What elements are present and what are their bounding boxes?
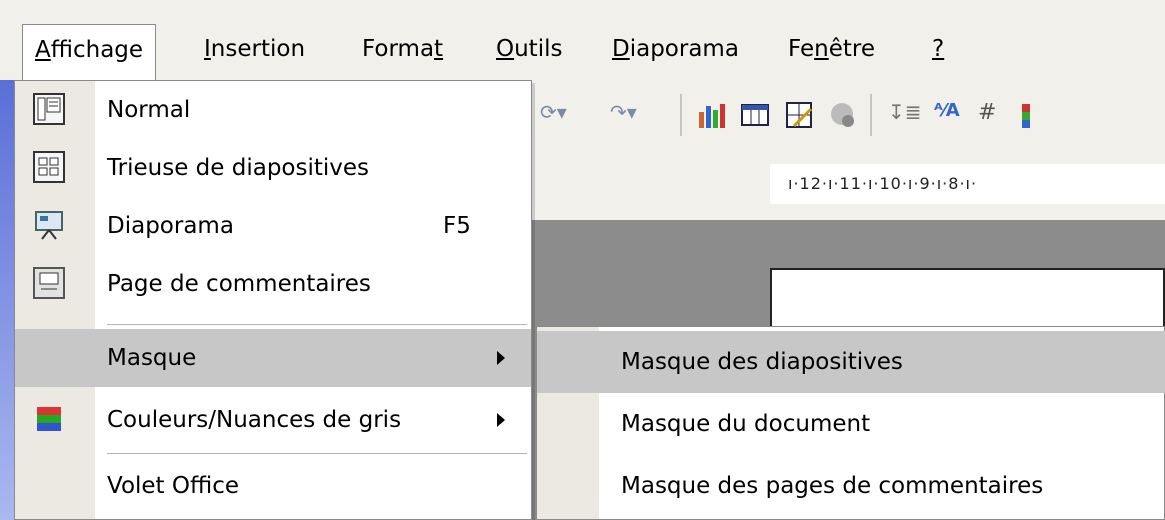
menu-fenetre[interactable]: Fenêtre [776, 24, 887, 76]
slideshow-icon [33, 209, 65, 241]
menu-outils-label: utils [514, 36, 563, 62]
notes-page-icon [33, 267, 65, 299]
menu-help[interactable]: ? [920, 24, 956, 76]
menu-separator [107, 324, 527, 325]
menu-fenetre-label-b: être [828, 36, 875, 62]
menu-insertion-mnemonic: I [204, 36, 211, 62]
menu-affichage-label-mnemonic: A [35, 37, 51, 63]
repeat-icon[interactable]: ↷▾ [610, 100, 640, 130]
menu-diaporama-mnemonic: D [612, 36, 630, 62]
submenu-item-masque-commentaires-label: Masque des pages de commentaires [621, 473, 1044, 499]
color-grayscale-toolbar-icon[interactable] [1020, 100, 1050, 130]
ruler-area: ı·12·ı·11·ı·10·ı·9·ı·8·ı· [520, 150, 1165, 220]
menu-format[interactable]: Format [350, 24, 455, 76]
insert-table-icon[interactable] [740, 100, 770, 130]
menu-item-page-commentaires[interactable]: Page de commentaires [15, 255, 531, 313]
submenu-arrow-icon [497, 351, 505, 365]
menu-fenetre-mnemonic: n [814, 36, 829, 62]
horizontal-ruler: ı·12·ı·11·ı·10·ı·9·ı·8·ı· [770, 164, 1165, 204]
submenu-item-masque-diapositives[interactable]: Masque des diapositives [537, 331, 1165, 393]
menu-item-masque-label: Masque [107, 345, 197, 371]
redo-icon[interactable]: ⟳▾ [540, 100, 570, 130]
menu-item-trieuse[interactable]: Trieuse de diapositives [15, 139, 531, 197]
expand-all-icon[interactable]: ↧≣ [888, 100, 922, 130]
menu-item-diaporama[interactable]: Diaporama F5 [15, 197, 531, 255]
standard-toolbar: ⟳▾ ↷▾ ↧≣ ᴬ⁄A # [520, 80, 1165, 150]
menu-item-volet-office-label: Volet Office [107, 473, 240, 499]
color-grayscale-icon [33, 403, 65, 435]
submenu-item-masque-diapositives-label: Masque des diapositives [621, 349, 903, 375]
toolbar-separator [680, 94, 682, 136]
normal-view-icon [33, 93, 65, 125]
menu-item-diaporama-label: Diaporama [107, 213, 234, 239]
menu-item-normal[interactable]: Normal [15, 81, 531, 139]
menu-item-page-commentaires-label: Page de commentaires [107, 271, 371, 297]
insert-chart-icon[interactable] [696, 100, 726, 130]
menu-insertion-label: nsertion [210, 36, 306, 62]
slide-sorter-icon [33, 151, 65, 183]
menu-item-trieuse-label: Trieuse de diapositives [107, 155, 370, 181]
menu-format-mnemonic: t [434, 36, 444, 62]
menu-separator-2 [107, 453, 527, 454]
menu-affichage-label: ffichage [50, 37, 144, 63]
menu-item-couleurs-label: Couleurs/Nuances de gris [107, 407, 402, 433]
submenu-arrow-icon-2 [497, 413, 505, 427]
menu-item-diaporama-shortcut: F5 [443, 213, 471, 239]
submenu-item-masque-document[interactable]: Masque du document [537, 393, 1165, 455]
menu-outils[interactable]: Outils [484, 24, 574, 76]
menu-item-masque[interactable]: Masque [15, 329, 531, 387]
affichage-menu: Normal Trieuse de diapositives Diaporama… [14, 80, 532, 520]
menu-diaporama-label: iaporama [629, 36, 739, 62]
menu-diaporama[interactable]: Diaporama [600, 24, 751, 76]
insert-hyperlink-icon[interactable] [828, 100, 858, 130]
tables-borders-icon[interactable] [784, 100, 814, 130]
menu-bar: Affichage Insertion Format Outils Diapor… [0, 0, 1165, 80]
menu-outils-mnemonic: O [496, 36, 515, 62]
menu-affichage[interactable]: Affichage [22, 24, 157, 80]
menu-item-volet-office[interactable]: Volet Office [15, 457, 531, 515]
menu-item-normal-label: Normal [107, 97, 191, 123]
toolbar-separator-2 [870, 94, 872, 136]
menu-help-label: ? [932, 36, 945, 62]
show-formatting-icon[interactable]: ᴬ⁄A [934, 100, 964, 130]
submenu-item-masque-document-label: Masque du document [621, 411, 871, 437]
menu-item-couleurs[interactable]: Couleurs/Nuances de gris [15, 391, 531, 449]
show-grid-icon[interactable]: # [978, 100, 1008, 130]
submenu-item-masque-commentaires[interactable]: Masque des pages de commentaires [537, 455, 1165, 517]
menu-insertion[interactable]: Insertion [192, 24, 317, 76]
menu-fenetre-label-a: Fe [788, 36, 815, 62]
menu-format-label: Forma [362, 36, 435, 62]
masque-submenu: Masque des diapositives Masque du docume… [536, 326, 1165, 520]
